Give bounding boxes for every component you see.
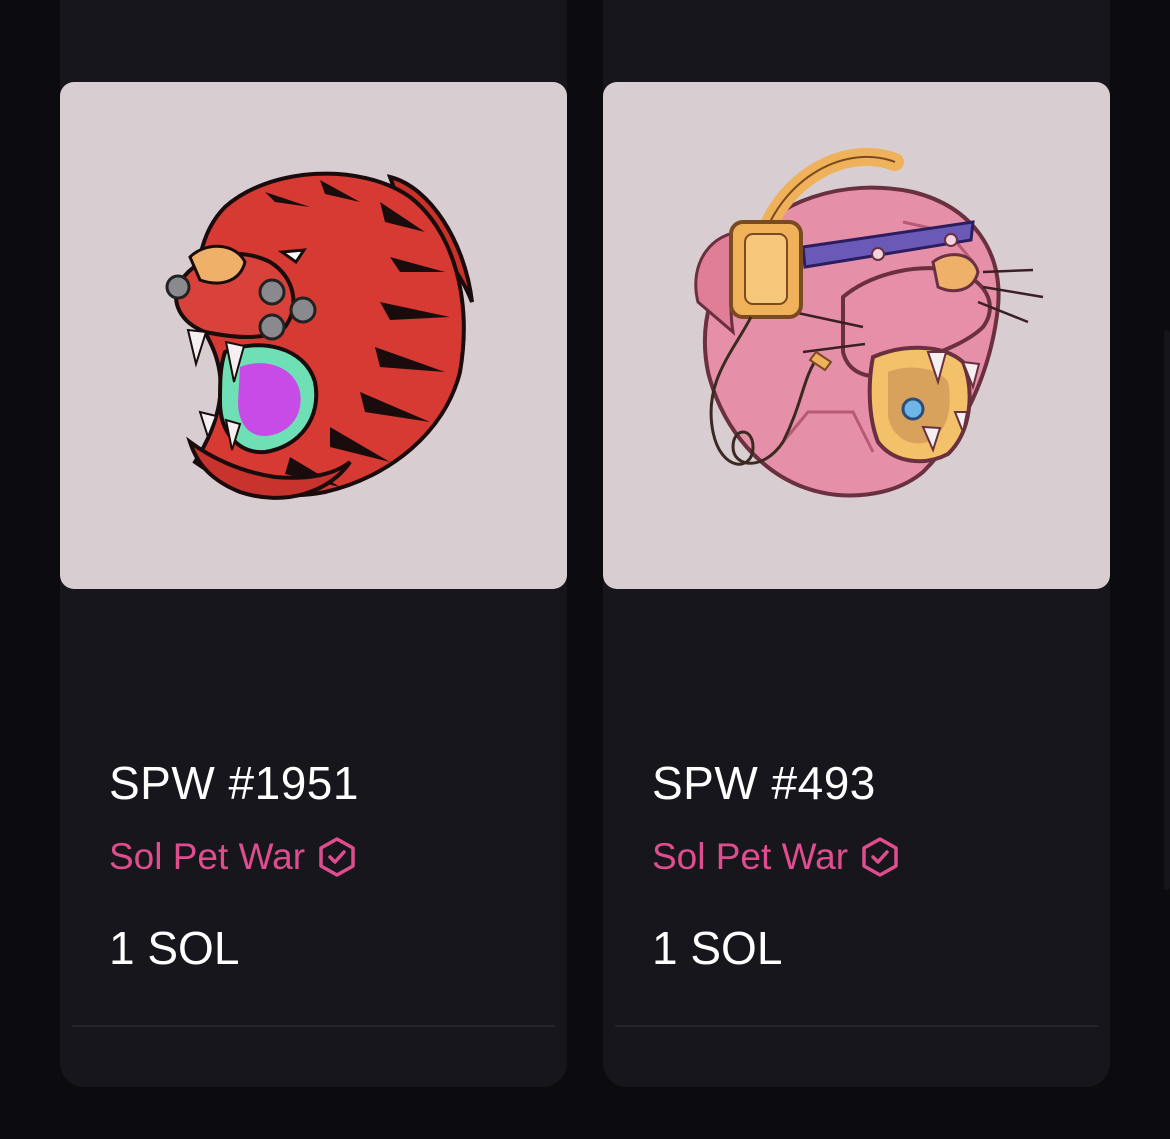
collection-name[interactable]: Sol Pet War xyxy=(109,836,305,878)
nft-price: 1 SOL xyxy=(652,922,783,974)
collection-name[interactable]: Sol Pet War xyxy=(652,836,848,878)
verified-badge-icon xyxy=(862,837,898,877)
nft-title[interactable]: SPW #1951 xyxy=(109,756,359,810)
verified-badge-icon xyxy=(319,837,355,877)
nft-title[interactable]: SPW #493 xyxy=(652,756,876,810)
nft-artwork[interactable] xyxy=(603,82,1110,589)
nft-price: 1 SOL xyxy=(109,922,240,974)
collection-link[interactable]: Sol Pet War xyxy=(109,836,357,878)
pink-panther-headphones-icon xyxy=(694,148,1044,498)
nft-card[interactable]: SPW #1951 Sol Pet War 1 SOL xyxy=(60,0,567,1087)
nft-card[interactable]: SPW #493 Sol Pet War 1 SOL xyxy=(603,0,1110,1087)
nft-artwork[interactable] xyxy=(60,82,567,589)
collection-link[interactable]: Sol Pet War xyxy=(652,836,900,878)
scrollbar[interactable] xyxy=(1164,330,1170,890)
red-tiger-head-icon xyxy=(165,171,474,500)
divider xyxy=(615,1025,1098,1027)
divider xyxy=(72,1025,555,1027)
